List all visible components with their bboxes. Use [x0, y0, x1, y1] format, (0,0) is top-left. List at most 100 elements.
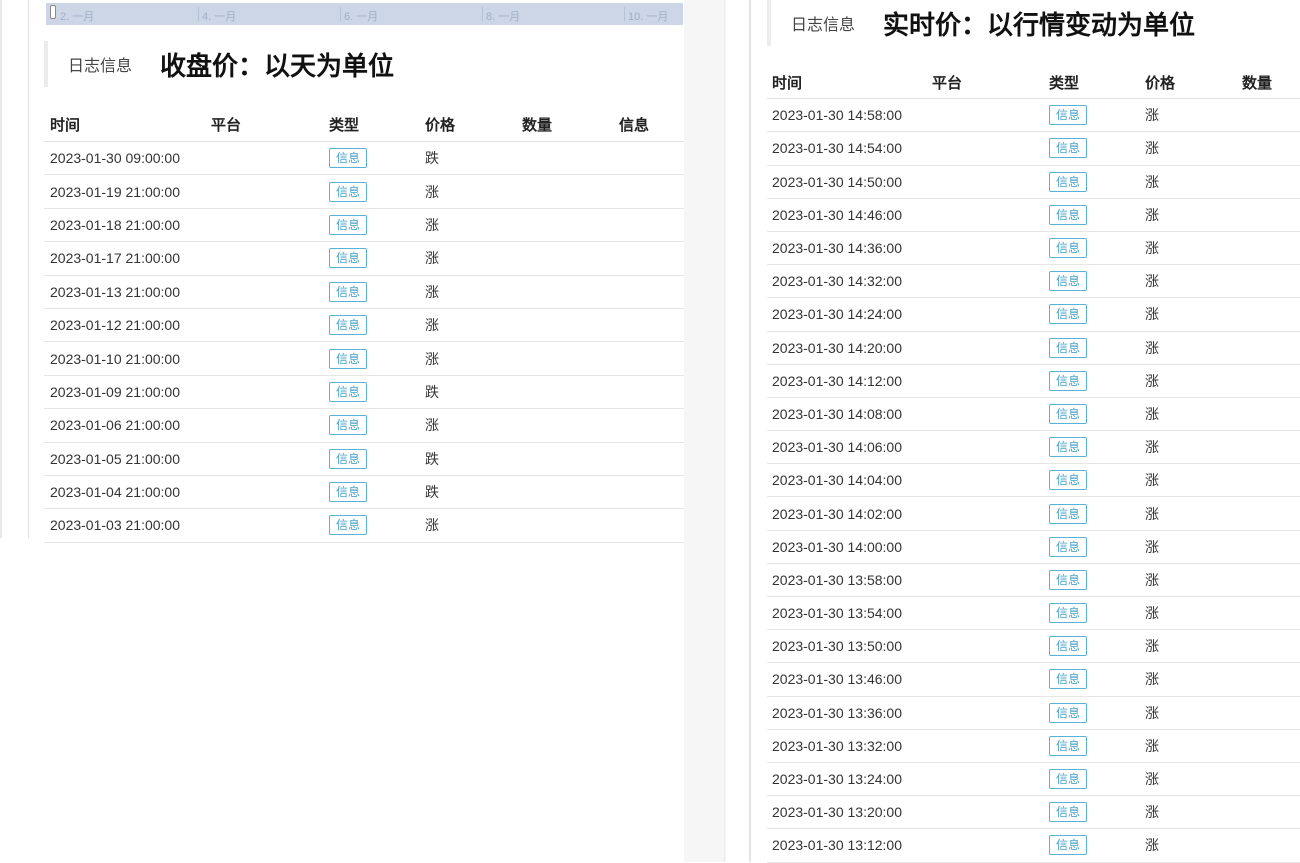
type-tag: 信息 — [329, 482, 368, 503]
table-row[interactable]: 2023-01-30 13:20:00 信息 涨 — [767, 796, 1300, 830]
type-cell: 信息 — [1049, 398, 1088, 430]
right-panel-divider — [749, 0, 751, 862]
column-header-time[interactable]: 时间 — [50, 108, 80, 141]
table-row[interactable]: 2023-01-30 14:32:00 信息 涨 — [767, 265, 1300, 299]
price-cell: 涨 — [1145, 140, 1159, 157]
table-row[interactable]: 2023-01-06 21:00:00 信息 涨 — [44, 409, 684, 443]
table-row[interactable]: 2023-01-30 13:12:00 信息 涨 — [767, 829, 1300, 863]
time-cell: 2023-01-19 21:00:00 — [50, 183, 180, 200]
table-row[interactable]: 2023-01-30 14:02:00 信息 涨 — [767, 497, 1300, 531]
table-row[interactable]: 2023-01-30 14:20:00 信息 涨 — [767, 332, 1300, 365]
table-row[interactable]: 2023-01-19 21:00:00 信息 涨 — [44, 175, 684, 209]
table-row[interactable]: 2023-01-17 21:00:00 信息 涨 — [44, 242, 684, 276]
table-header-row: 时间 平台 类型 价格 数量 信息 — [44, 108, 684, 142]
table-row[interactable]: 2023-01-30 14:00:00 信息 涨 — [767, 531, 1300, 564]
timeline-navigator[interactable]: 2. 一月 4. 一月 6. 一月 8. 一月 10. 一月 — [46, 3, 683, 25]
table-row[interactable]: 2023-01-09 21:00:00 信息 跌 — [44, 376, 684, 410]
table-row[interactable]: 2023-01-30 13:24:00 信息 涨 — [767, 763, 1300, 797]
time-cell: 2023-01-17 21:00:00 — [50, 250, 180, 267]
type-tag: 信息 — [1049, 470, 1088, 491]
type-tag: 信息 — [1049, 735, 1088, 756]
section-title: 日志信息 — [791, 17, 856, 34]
time-cell: 2023-01-30 14:02:00 — [772, 505, 902, 522]
column-header-quantity[interactable]: 数量 — [522, 108, 552, 141]
time-cell: 2023-01-03 21:00:00 — [50, 517, 180, 534]
type-tag: 信息 — [329, 415, 368, 436]
table-row[interactable]: 2023-01-30 13:32:00 信息 涨 — [767, 730, 1300, 763]
table-row[interactable]: 2023-01-30 13:54:00 信息 涨 — [767, 597, 1300, 631]
table-row[interactable]: 2023-01-30 13:50:00 信息 涨 — [767, 630, 1300, 664]
column-header-time[interactable]: 时间 — [772, 66, 802, 98]
table-row[interactable]: 2023-01-30 14:58:00 信息 涨 — [767, 99, 1300, 133]
type-cell: 信息 — [329, 175, 368, 207]
type-tag: 信息 — [1049, 304, 1088, 325]
type-tag: 信息 — [329, 281, 368, 302]
table-row[interactable]: 2023-01-03 21:00:00 信息 涨 — [44, 509, 684, 543]
column-header-type[interactable]: 类型 — [1049, 66, 1079, 98]
table-row[interactable]: 2023-01-30 09:00:00 信息 跌 — [44, 142, 684, 176]
type-tag: 信息 — [1049, 536, 1088, 557]
price-cell: 涨 — [1145, 173, 1159, 190]
price-cell: 涨 — [425, 250, 439, 267]
table-row[interactable]: 2023-01-30 13:36:00 信息 涨 — [767, 697, 1300, 730]
table-row[interactable]: 2023-01-30 14:24:00 信息 涨 — [767, 298, 1300, 332]
type-cell: 信息 — [1049, 431, 1088, 463]
table-row[interactable]: 2023-01-10 21:00:00 信息 涨 — [44, 342, 684, 376]
price-cell: 涨 — [1145, 372, 1159, 389]
column-header-price[interactable]: 价格 — [1145, 66, 1175, 98]
price-cell: 涨 — [1145, 405, 1159, 422]
timeline-drag-handle[interactable] — [50, 5, 56, 19]
time-cell: 2023-01-30 14:32:00 — [772, 273, 902, 290]
type-cell: 信息 — [329, 409, 368, 441]
timeline-tick — [482, 7, 483, 21]
left-edge-divider — [0, 0, 2, 538]
price-cell: 跌 — [425, 450, 439, 467]
column-header-platform[interactable]: 平台 — [932, 66, 962, 98]
table-row[interactable]: 2023-01-04 21:00:00 信息 跌 — [44, 476, 684, 510]
price-cell: 涨 — [1145, 605, 1159, 622]
table-row[interactable]: 2023-01-30 14:46:00 信息 涨 — [767, 199, 1300, 232]
time-cell: 2023-01-30 14:08:00 — [772, 405, 902, 422]
column-header-price[interactable]: 价格 — [425, 108, 455, 141]
timeline-tick — [340, 7, 341, 21]
section-title: 日志信息 — [68, 58, 133, 75]
type-tag: 信息 — [1049, 702, 1088, 723]
right-log-table: 时间 平台 类型 价格 数量 2023-01-30 14:58:00 信息涨 202… — [767, 66, 1300, 863]
center-gutter — [684, 0, 726, 862]
table-row[interactable]: 2023-01-18 21:00:00 信息 涨 — [44, 209, 684, 243]
type-tag: 信息 — [329, 315, 368, 336]
table-row[interactable]: 2023-01-13 21:00:00 信息 涨 — [44, 276, 684, 309]
type-tag: 信息 — [1049, 569, 1088, 590]
table-row[interactable]: 2023-01-12 21:00:00 信息 涨 — [44, 309, 684, 343]
table-row[interactable]: 2023-01-30 14:50:00 信息 涨 — [767, 166, 1300, 199]
price-cell: 涨 — [425, 350, 439, 367]
type-tag: 信息 — [1049, 138, 1088, 159]
time-cell: 2023-01-30 14:12:00 — [772, 372, 902, 389]
left-section-header: 日志信息 收盘价：以天为单位 — [44, 41, 394, 87]
table-row[interactable]: 2023-01-30 14:06:00 信息 涨 — [767, 431, 1300, 465]
table-row[interactable]: 2023-01-30 13:46:00 信息 涨 — [767, 663, 1300, 697]
column-header-info[interactable]: 信息 — [619, 108, 649, 141]
type-cell: 信息 — [1049, 232, 1088, 264]
table-row[interactable]: 2023-01-30 13:58:00 信息 涨 — [767, 564, 1300, 597]
type-tag: 信息 — [329, 248, 368, 269]
table-row[interactable]: 2023-01-05 21:00:00 信息 跌 — [44, 443, 684, 476]
table-row[interactable]: 2023-01-30 14:12:00 信息 涨 — [767, 365, 1300, 398]
time-cell: 2023-01-30 13:32:00 — [772, 737, 902, 754]
price-cell: 跌 — [425, 383, 439, 400]
column-header-type[interactable]: 类型 — [329, 108, 359, 141]
table-row[interactable]: 2023-01-30 14:54:00 信息 涨 — [767, 132, 1300, 166]
table-row[interactable]: 2023-01-30 14:04:00 信息 涨 — [767, 464, 1300, 498]
column-header-quantity[interactable]: 数量 — [1242, 66, 1272, 98]
type-tag: 信息 — [1049, 503, 1088, 524]
column-header-platform[interactable]: 平台 — [211, 108, 241, 141]
price-cell: 涨 — [1145, 638, 1159, 655]
price-cell: 涨 — [1145, 538, 1159, 555]
type-tag: 信息 — [1049, 370, 1088, 391]
table-row[interactable]: 2023-01-30 14:36:00 信息 涨 — [767, 232, 1300, 266]
table-row[interactable]: 2023-01-30 14:08:00 信息 涨 — [767, 398, 1300, 432]
type-cell: 信息 — [1049, 497, 1088, 529]
right-section-header: 日志信息 实时价：以行情变动为单位 — [767, 0, 1195, 46]
time-cell: 2023-01-30 13:20:00 — [772, 804, 902, 821]
timeline-label: 6. 一月 — [344, 11, 379, 23]
